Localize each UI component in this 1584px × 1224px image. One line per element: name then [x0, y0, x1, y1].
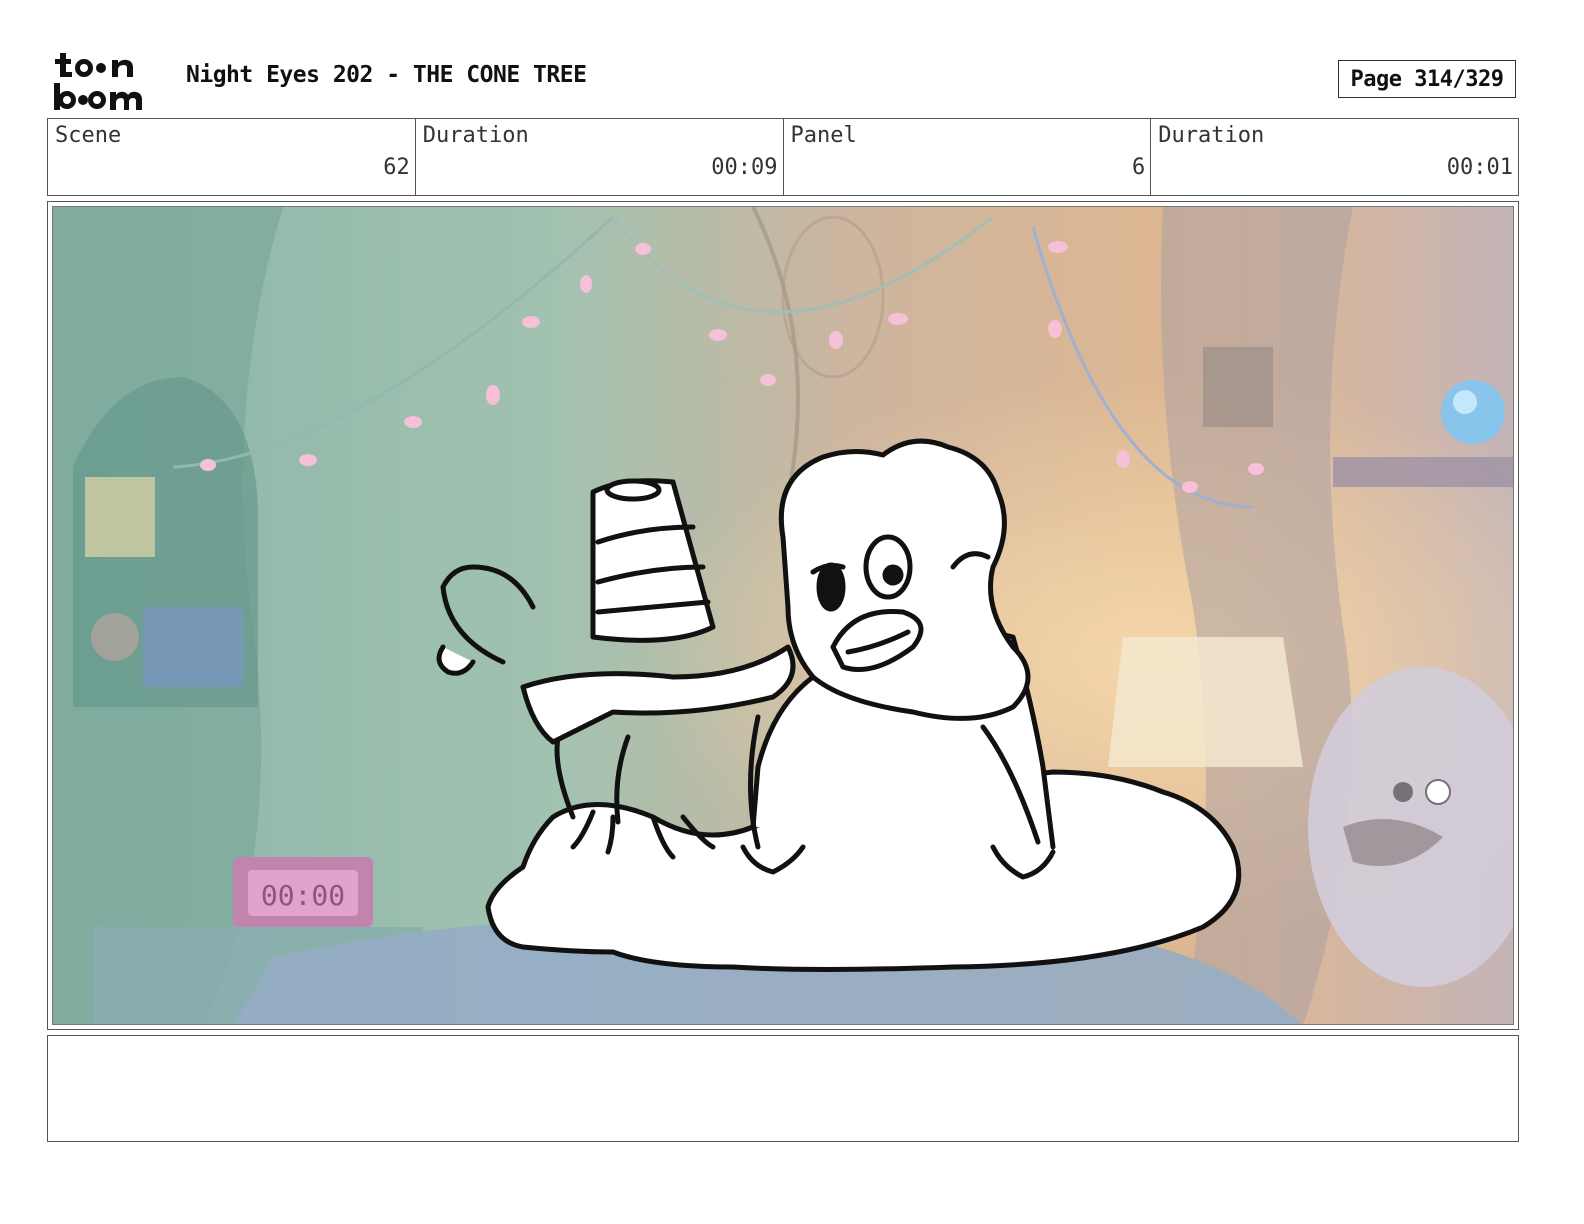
scene-label: Scene [55, 123, 122, 148]
panel-duration-value: 00:01 [1446, 155, 1513, 180]
info-row: Scene 62 Duration 00:09 Panel 6 Duration… [47, 118, 1519, 196]
storyboard-panel-image: 00:00 [52, 206, 1514, 1025]
scene-value: 62 [383, 155, 410, 180]
panel-cell: Panel 6 [784, 119, 1152, 195]
panel-duration-cell: Duration 00:01 [1151, 119, 1518, 195]
notes-box [47, 1035, 1519, 1142]
page-number: Page 314/329 [1338, 60, 1516, 98]
scene-duration-label: Duration [422, 123, 529, 148]
scene-cell: Scene 62 [48, 119, 416, 195]
toon-boom-logo [50, 50, 165, 112]
panel-duration-label: Duration [1158, 123, 1265, 148]
panel-label: Panel [790, 123, 857, 148]
scene-duration-value: 00:09 [711, 155, 778, 180]
scene-duration-cell: Duration 00:09 [416, 119, 784, 195]
document-title: Night Eyes 202 - THE CONE TREE [186, 62, 587, 88]
panel-value: 6 [1132, 155, 1146, 180]
